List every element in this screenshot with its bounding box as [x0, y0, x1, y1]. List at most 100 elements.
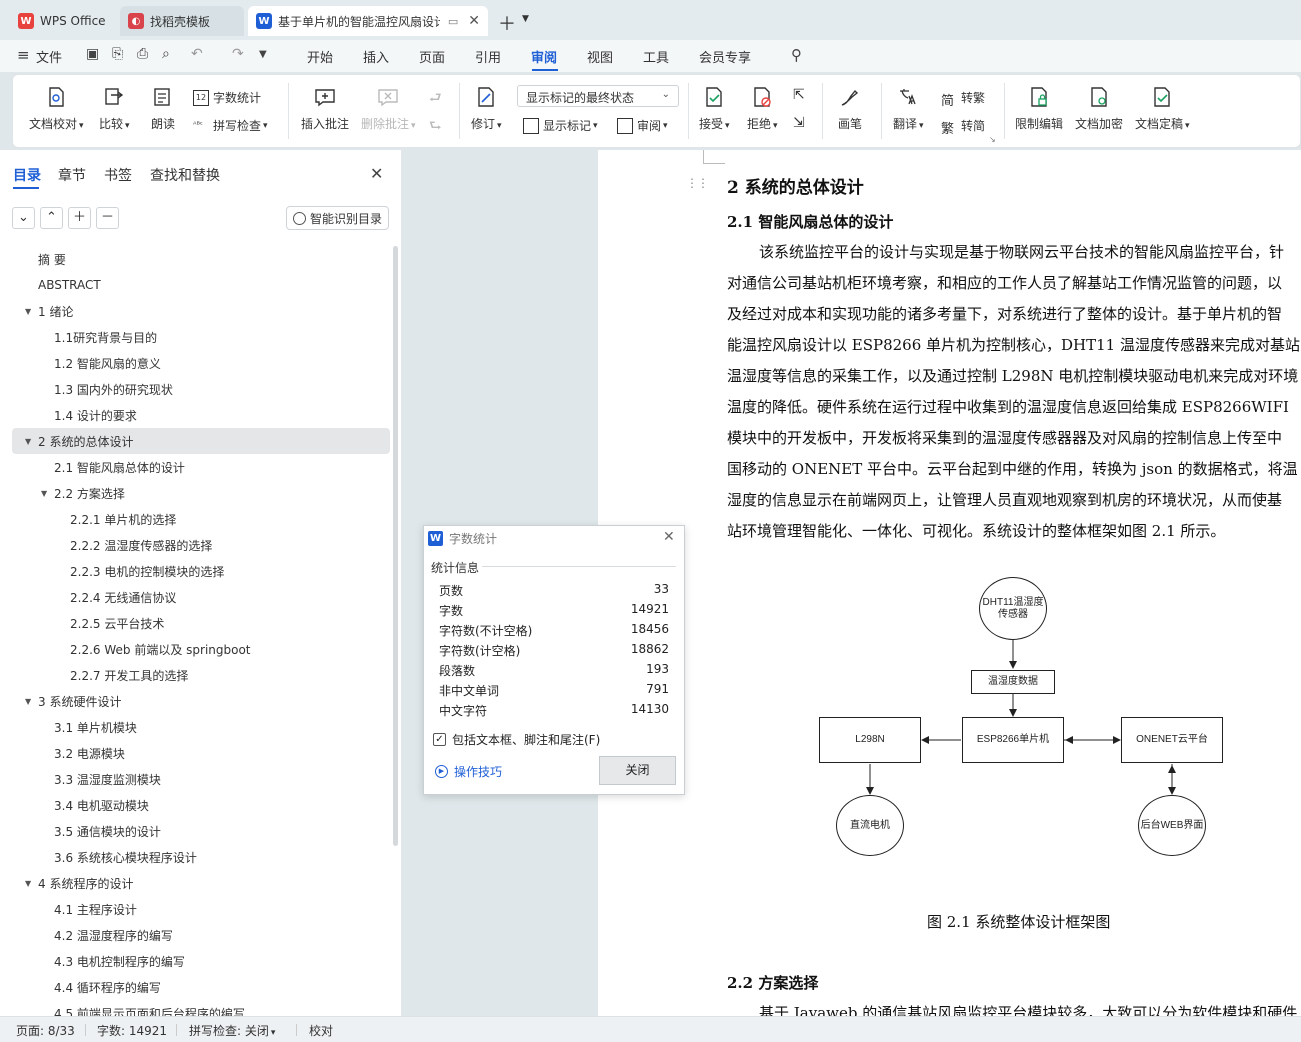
toc-item[interactable]: ABSTRACT [12, 272, 390, 298]
nav-tab-find-replace[interactable]: 查找和替换 [150, 165, 220, 185]
toc-item[interactable]: 2.2.5 云平台技术 [12, 610, 390, 636]
print-icon[interactable]: ⎙ [137, 46, 148, 62]
menu-file[interactable]: 文件 [36, 47, 62, 66]
toc-item[interactable]: 1.4 设计的要求 [12, 402, 390, 428]
toc-item[interactable]: 2.1 智能风扇总体的设计 [12, 454, 390, 480]
toc-item[interactable]: 3.6 系统核心模块程序设计 [12, 844, 390, 870]
toc-scrollbar[interactable] [393, 246, 398, 846]
next-revision-icon[interactable]: ⇲ [793, 115, 805, 131]
toc-item[interactable]: ▼ 4 系统程序的设计 [12, 870, 390, 896]
toc-item[interactable]: 3.5 通信模块的设计 [12, 818, 390, 844]
save-icon[interactable]: ▣ [86, 46, 99, 62]
search-icon[interactable]: ⚲ [791, 46, 802, 64]
review-pane-button[interactable]: 审阅 ▾ [617, 117, 668, 134]
toc-item[interactable]: 3.2 电源模块 [12, 740, 390, 766]
collapse-all-button[interactable]: ⌄ [12, 207, 35, 229]
close-button[interactable]: 关闭 [599, 756, 676, 785]
expand-up-button[interactable]: ⌃ [40, 207, 63, 229]
toc-item[interactable]: 1.3 国内外的研究现状 [12, 376, 390, 402]
toc-item[interactable]: 3.3 温湿度监测模块 [12, 766, 390, 792]
finalize-button[interactable]: 文档定稿 ▾ [1135, 85, 1190, 132]
toc-item[interactable]: 3.4 电机驱动模块 [12, 792, 390, 818]
show-markup-button[interactable]: 显示标记 ▾ [523, 117, 598, 134]
toc-item[interactable]: ▼ 2 系统的总体设计 [12, 428, 390, 454]
nav-tab-bookmarks[interactable]: 书签 [104, 165, 132, 185]
toc-item[interactable]: 4.3 电机控制程序的编写 [12, 948, 390, 974]
tab-wps-office[interactable]: W WPS Office [10, 6, 114, 36]
delete-comment-button[interactable]: 删除批注 ▾ [361, 85, 416, 132]
menu-home[interactable]: 开始 [307, 47, 333, 66]
toc-item[interactable]: 2.2.2 温湿度传感器的选择 [12, 532, 390, 558]
expand-triangle-icon[interactable]: ▼ [25, 307, 31, 316]
print-preview-icon[interactable]: ⌕ [162, 46, 170, 62]
close-tab-icon[interactable]: ✕ [468, 13, 480, 29]
dialog-title-bar[interactable]: W 字数统计 [424, 526, 684, 550]
hamburger-icon[interactable]: ≡ [17, 46, 30, 64]
compare-button[interactable]: 比较 ▾ [99, 85, 130, 132]
next-comment-icon[interactable]: ⮑ [429, 115, 442, 139]
redo-icon[interactable]: ↷ [232, 46, 244, 62]
toc-item[interactable]: 4.1 主程序设计 [12, 896, 390, 922]
insert-comment-button[interactable]: 插入批注 [301, 85, 349, 132]
menu-view[interactable]: 视图 [587, 47, 613, 66]
add-heading-button[interactable]: ＋ [68, 207, 91, 229]
toc-item[interactable]: 4.5 前端显示页面和后台程序的编写 [12, 1000, 390, 1017]
restrict-edit-button[interactable]: 限制编辑 [1015, 85, 1063, 132]
toc-item[interactable]: 4.2 温湿度程序的编写 [12, 922, 390, 948]
toc-item[interactable]: 2.2.3 电机的控制模块的选择 [12, 558, 390, 584]
toc-item[interactable]: 摘 要 [12, 246, 390, 272]
translate-button[interactable]: 翻译 ▾ [893, 85, 924, 132]
nav-tab-toc[interactable]: 目录 [13, 165, 41, 185]
expand-triangle-icon[interactable]: ▼ [25, 879, 31, 888]
toc-item[interactable]: ▼ 3 系统硬件设计 [12, 688, 390, 714]
accept-button[interactable]: 接受 ▾ [699, 85, 730, 132]
toc-item[interactable]: 2.2.6 Web 前端以及 springboot [12, 636, 390, 662]
menu-insert[interactable]: 插入 [363, 47, 389, 66]
word-count-indicator[interactable]: 字数: 14921 [97, 1022, 167, 1039]
toc-item[interactable]: 1.1研究背景与目的 [12, 324, 390, 350]
toc-item[interactable]: 4.4 循环程序的编写 [12, 974, 390, 1000]
page-indicator[interactable]: 页面: 8/33 [16, 1022, 75, 1039]
toc-item[interactable]: 1.2 智能风扇的意义 [12, 350, 390, 376]
quick-access-dropdown-icon[interactable]: ▼ [259, 49, 267, 60]
undo-icon[interactable]: ↶ [191, 46, 203, 62]
tab-list-dropdown-icon[interactable]: ▼ [522, 14, 529, 24]
tab-template[interactable]: ◐ 找稻壳模板 [120, 6, 244, 36]
remove-heading-button[interactable]: － [96, 207, 119, 229]
dialog-close-icon[interactable]: ✕ [663, 529, 675, 545]
doc-check-button[interactable]: 文档校对 ▾ [29, 85, 84, 132]
pen-button[interactable]: 画笔 [838, 85, 862, 132]
smart-toc-button[interactable]: 智能识别目录 [286, 206, 389, 230]
spell-check-indicator[interactable]: 拼写检查: 关闭 ▾ [189, 1022, 275, 1039]
menu-member[interactable]: 会员专享 [699, 47, 751, 66]
close-pane-icon[interactable]: ✕ [370, 164, 383, 183]
menu-references[interactable]: 引用 [475, 47, 501, 66]
nav-tab-sections[interactable]: 章节 [58, 165, 86, 185]
expand-triangle-icon[interactable]: ▼ [41, 489, 47, 498]
markup-state-select[interactable]: 显示标记的最终状态 ⌄ [517, 85, 679, 107]
group-expand-icon[interactable]: ↘ [989, 135, 996, 144]
spell-check-button[interactable]: ᴬᴮᶜ 拼写检查 ▾ [193, 117, 268, 134]
monitor-icon[interactable]: ▭ [448, 15, 458, 28]
menu-page[interactable]: 页面 [419, 47, 445, 66]
toc-item[interactable]: 2.2.4 无线通信协议 [12, 584, 390, 610]
previous-comment-icon[interactable]: ⮐ [429, 87, 442, 111]
toc-item[interactable]: 2.2.1 单片机的选择 [12, 506, 390, 532]
proofread-indicator[interactable]: 校对 [309, 1022, 333, 1039]
expand-triangle-icon[interactable]: ▼ [25, 437, 31, 446]
previous-revision-icon[interactable]: ⇱ [793, 87, 805, 103]
expand-triangle-icon[interactable]: ▼ [25, 697, 31, 706]
toc-item[interactable]: 3.1 单片机模块 [12, 714, 390, 740]
encrypt-button[interactable]: 文档加密 [1075, 85, 1123, 132]
toc-item[interactable]: 2.2.7 开发工具的选择 [12, 662, 390, 688]
revise-button[interactable]: 修订 ▾ [471, 85, 502, 132]
toc-item[interactable]: ▼ 2.2 方案选择 [12, 480, 390, 506]
reject-button[interactable]: 拒绝 ▾ [747, 85, 778, 132]
menu-tools[interactable]: 工具 [643, 47, 669, 66]
drag-handle-icon[interactable]: ⋮⋮ [686, 176, 709, 190]
tips-link[interactable]: ▶ 操作技巧 [435, 763, 502, 780]
menu-review[interactable]: 审阅 [531, 47, 557, 66]
read-aloud-button[interactable]: 朗读 [151, 85, 175, 132]
document-page[interactable]: ⋮⋮ 2 系统的总体设计 2.1 智能风扇总体的设计 该系统监控平台的设计与实现… [598, 150, 1301, 1016]
include-textbox-checkbox[interactable]: ✓ 包括文本框、脚注和尾注(F) [433, 731, 600, 748]
